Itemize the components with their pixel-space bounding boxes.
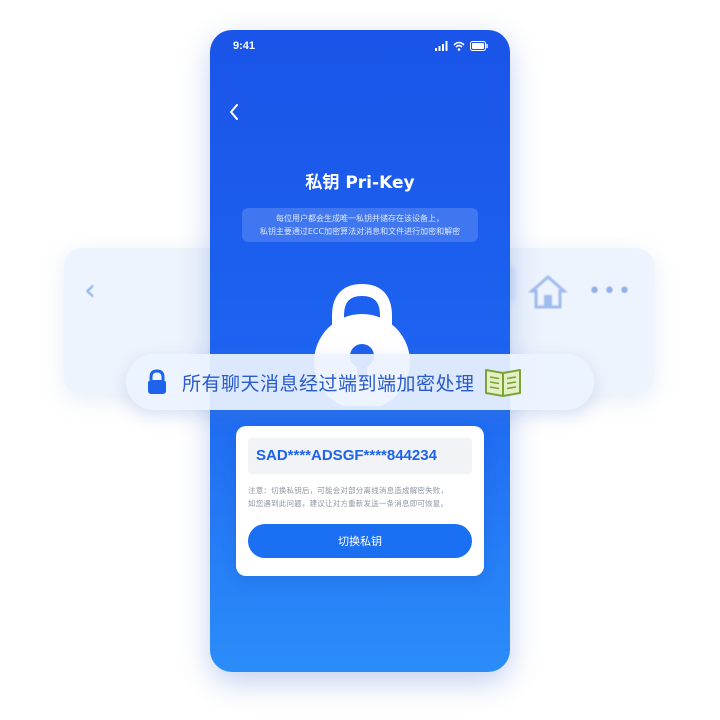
- description-line-2: 私钥主要通过ECC加密算法对消息和文件进行加密和解密: [259, 227, 461, 236]
- private-key-card: SAD****ADSGF****844234 注意：切换私钥后，可能会对部分离线…: [236, 426, 484, 576]
- private-key-field[interactable]: SAD****ADSGF****844234: [248, 438, 472, 474]
- status-icons: [435, 40, 488, 52]
- background-more-icon: •••: [588, 279, 633, 304]
- lock-icon: [148, 369, 166, 394]
- description-line-1: 每位用户都会生成唯一私钥并储存在该设备上，: [276, 214, 444, 223]
- note-line-2: 如您遇到此问题，建议让对方重新发送一条消息即可恢复。: [248, 499, 449, 508]
- book-icon: [484, 369, 521, 397]
- page-title: 私钥 Pri-Key: [305, 173, 415, 193]
- note-line-1: 注意：切换私钥后，可能会对部分离线消息造成解密失败，: [248, 486, 449, 495]
- background-home-icon: [528, 275, 568, 309]
- battery-icon: [470, 41, 488, 51]
- status-time: 9:41: [233, 40, 256, 52]
- wifi-icon: [453, 41, 465, 51]
- back-button[interactable]: [222, 100, 246, 124]
- encryption-banner: 所有聊天消息经过端到端加密处理: [126, 354, 594, 410]
- background-back-icon: ‹: [84, 273, 96, 308]
- back-arrow-icon: [230, 104, 238, 120]
- switch-key-note: 注意：切换私钥后，可能会对部分离线消息造成解密失败， 如您遇到此问题，建议让对方…: [248, 484, 474, 510]
- signal-icon: [435, 41, 448, 51]
- description-box: 每位用户都会生成唯一私钥并储存在该设备上， 私钥主要通过ECC加密算法对消息和文…: [242, 208, 478, 242]
- switch-key-button[interactable]: 切换私钥: [248, 524, 472, 558]
- encryption-banner-text: 所有聊天消息经过端到端加密处理: [182, 372, 475, 395]
